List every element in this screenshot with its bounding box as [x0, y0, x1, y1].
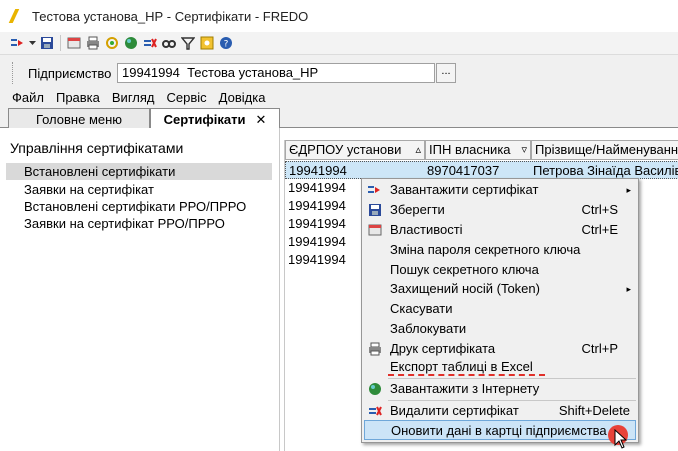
menu-item-find-key[interactable]: Пошук секретного ключа: [364, 260, 636, 280]
menu-item-shortcut: Ctrl+P: [581, 341, 618, 356]
sidebar-header: Управління сертифікатами: [10, 140, 184, 156]
menu-item-cancel[interactable]: Скасувати: [364, 299, 636, 319]
properties-icon[interactable]: [66, 35, 82, 51]
menu-item-label: Зміна пароля секретного ключа: [390, 242, 581, 257]
menu-item-shortcut: Ctrl+E: [581, 222, 618, 237]
mouse-cursor-icon: [614, 429, 628, 449]
menu-item-shortcut: Shift+Delete: [558, 403, 630, 418]
menu-item-shortcut: Ctrl+S: [581, 202, 618, 217]
menu-item-save[interactable]: Зберегти Ctrl+S: [364, 200, 636, 220]
filter-icon: ▿: [521, 144, 527, 156]
menu-item-label: Видалити сертифікат: [390, 403, 519, 418]
tab-strip: Головне меню Сертифікати ✕: [0, 106, 678, 130]
sidebar-item-installed-certificates[interactable]: Встановлені сертифікати: [6, 163, 272, 180]
column-header-label: ІПН власника: [429, 142, 511, 157]
tab-label: Сертифікати: [163, 112, 246, 127]
column-header-label: Прізвище/Найменуванн: [535, 142, 678, 157]
delete-icon[interactable]: [142, 35, 158, 51]
save-icon: [367, 202, 383, 218]
menu-item-block[interactable]: Заблокувати: [364, 319, 636, 339]
find-icon[interactable]: [161, 35, 177, 51]
sidebar-item-certificate-requests[interactable]: Заявки на сертифікат: [6, 181, 272, 198]
table-row[interactable]: 19941994 8970417037 Петрова Зінаїда Васи…: [285, 161, 678, 179]
menu-help[interactable]: Довідка: [219, 90, 266, 105]
properties-icon: [367, 222, 383, 238]
filter-icon[interactable]: [180, 35, 196, 51]
menu-item-update-company-card[interactable]: Оновити дані в картці підприємства: [364, 420, 636, 440]
menu-item-label: Скасувати: [390, 301, 453, 316]
delete-icon: [367, 403, 383, 419]
menu-edit[interactable]: Правка: [56, 90, 100, 105]
menu-file[interactable]: Файл: [12, 90, 44, 105]
company-browse-button[interactable]: ...: [436, 63, 456, 83]
save-icon[interactable]: [39, 35, 55, 51]
settings-icon[interactable]: [199, 35, 215, 51]
menu-item-change-password[interactable]: Зміна пароля секретного ключа: [364, 240, 636, 260]
company-field[interactable]: 19941994 Тестова установа_НР: [117, 63, 435, 83]
company-bar: Підприємство 19941994 Тестова установа_Н…: [0, 54, 678, 88]
sort-up-icon: ▵: [415, 144, 421, 156]
menu-item-label: Друк сертифіката: [390, 341, 496, 356]
toolbar: ?: [0, 32, 678, 54]
globe-icon[interactable]: [123, 35, 139, 51]
menu-view[interactable]: Вигляд: [112, 90, 155, 105]
sidebar: Управління сертифікатами Встановлені сер…: [0, 128, 280, 451]
app-logo-icon: [10, 9, 24, 23]
sidebar-item-installed-rro-certificates[interactable]: Встановлені сертифікати РРО/ПРРО: [6, 198, 272, 215]
import-icon[interactable]: [10, 35, 26, 51]
menu-item-label: Завантажити сертифікат: [390, 182, 539, 197]
import-icon: [367, 182, 383, 198]
menu-bar: Файл Правка Вигляд Сервіс Довідка: [0, 88, 678, 106]
print-icon: [367, 341, 383, 357]
menu-item-print[interactable]: Друк сертифіката Ctrl+P: [364, 339, 636, 359]
print-icon[interactable]: [85, 35, 101, 51]
globe-icon: [367, 381, 383, 397]
column-header-name[interactable]: Прізвище/Найменуванн: [531, 140, 678, 160]
menu-item-label: Заблокувати: [390, 321, 467, 336]
menu-item-token[interactable]: Захищений носій (Token) ▸: [364, 279, 636, 299]
toolbar-divider: [60, 35, 61, 51]
column-header-label: ЄДРПОУ установи: [289, 142, 402, 157]
toolbar-grip[interactable]: [12, 62, 15, 84]
dropdown-arrow-icon[interactable]: [29, 35, 36, 51]
tab-label: Головне меню: [35, 111, 123, 127]
help-icon[interactable]: ?: [218, 35, 234, 51]
annotation-underline: [388, 374, 545, 376]
menu-item-download-internet[interactable]: Завантажити з Інтернету: [364, 379, 636, 399]
column-header-edrpou[interactable]: ЄДРПОУ установи ▵: [285, 140, 425, 160]
tab-main-menu[interactable]: Головне меню: [8, 108, 150, 129]
column-header-ipn[interactable]: ІПН власника ▿: [425, 140, 531, 160]
menu-item-label: Властивості: [390, 222, 463, 237]
menu-item-label: Захищений носій (Token): [390, 281, 540, 296]
submenu-arrow-icon: ▸: [626, 185, 631, 195]
menu-item-label: Завантажити з Інтернету: [390, 381, 540, 396]
company-label: Підприємство: [28, 66, 112, 81]
menu-item-delete-certificate[interactable]: Видалити сертифікат Shift+Delete: [364, 401, 636, 421]
window-title: Тестова установа_НР - Сертифікати - FRED…: [32, 8, 309, 24]
context-menu: Завантажити сертифікат ▸ Зберегти Ctrl+S…: [361, 178, 639, 443]
sidebar-item-rro-certificate-requests[interactable]: Заявки на сертифікат РРО/ПРРО: [6, 215, 272, 232]
menu-item-label: Пошук секретного ключа: [390, 262, 539, 277]
svg-text:?: ?: [224, 40, 229, 50]
menu-item-label: Оновити дані в картці підприємства: [391, 423, 607, 438]
menu-item-properties[interactable]: Властивості Ctrl+E: [364, 220, 636, 240]
menu-service[interactable]: Сервіс: [167, 90, 207, 105]
refresh-icon[interactable]: [104, 35, 120, 51]
tab-certificates[interactable]: Сертифікати ✕: [150, 108, 280, 130]
close-icon[interactable]: ✕: [255, 112, 266, 128]
menu-item-label: Зберегти: [390, 202, 445, 217]
title-bar: Тестова установа_НР - Сертифікати - FRED…: [0, 0, 678, 32]
menu-item-load-certificate[interactable]: Завантажити сертифікат ▸: [364, 180, 636, 200]
submenu-arrow-icon: ▸: [626, 284, 631, 294]
